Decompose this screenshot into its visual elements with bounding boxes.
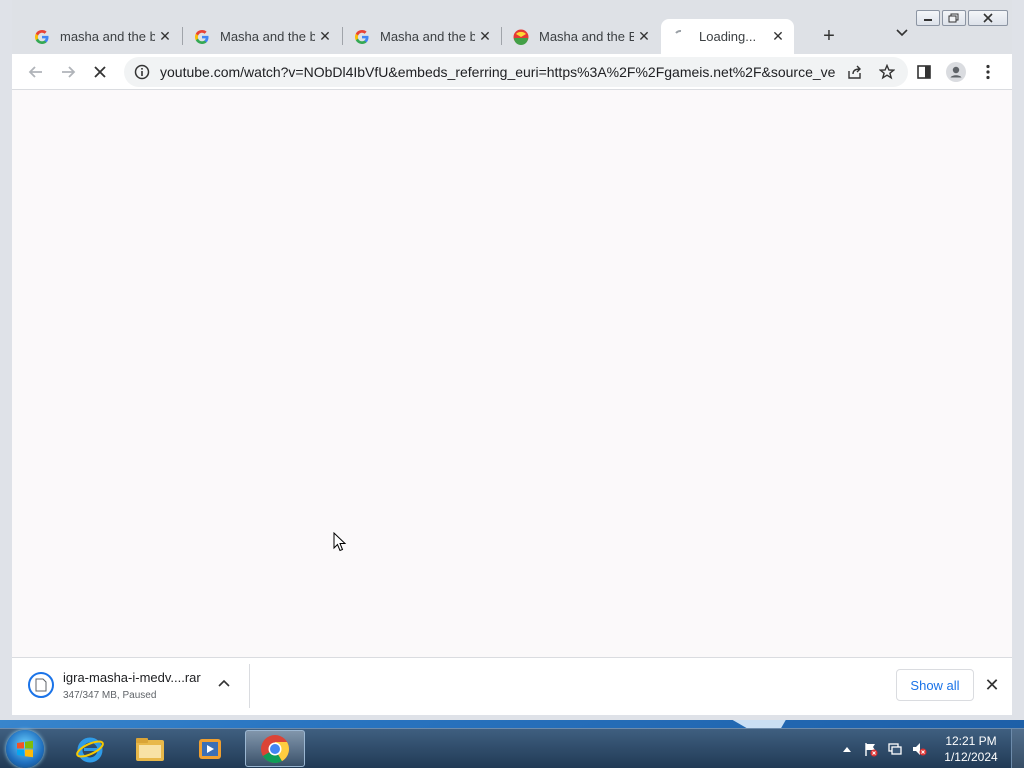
download-item[interactable]: igra-masha-i-medv....rar 347/347 MB, Pau… <box>12 658 250 715</box>
network-icon[interactable] <box>886 740 904 758</box>
download-shelf: igra-masha-i-medv....rar 347/347 MB, Pau… <box>12 657 1012 715</box>
close-tab-icon[interactable]: ✕ <box>155 28 175 45</box>
taskbar-media-player[interactable] <box>182 730 238 767</box>
chrome-icon <box>261 734 289 763</box>
download-status: 347/347 MB, Paused <box>63 690 157 701</box>
close-tab-icon[interactable]: ✕ <box>475 28 495 45</box>
windows-logo-icon <box>17 740 33 758</box>
close-tab-icon[interactable]: ✕ <box>768 28 788 45</box>
volume-muted-icon[interactable] <box>910 740 928 758</box>
minimize-button[interactable] <box>916 10 940 26</box>
show-all-button[interactable]: Show all <box>896 669 974 701</box>
loading-spinner-icon <box>673 29 689 45</box>
tab-2[interactable]: Masha and the be ✕ <box>342 19 501 54</box>
url-text: youtube.com/watch?v=NObDl4IbVfU&embeds_r… <box>160 64 836 80</box>
folder-icon <box>136 737 164 761</box>
back-arrow-icon[interactable] <box>24 60 48 84</box>
close-download-shelf-icon[interactable]: ✕ <box>982 675 1002 696</box>
bookmark-star-icon[interactable] <box>878 63 896 81</box>
stop-loading-icon[interactable] <box>88 60 112 84</box>
taskbar-google-chrome[interactable] <box>245 730 305 767</box>
close-tab-icon[interactable]: ✕ <box>315 28 335 45</box>
address-bar[interactable]: youtube.com/watch?v=NObDl4IbVfU&embeds_r… <box>124 57 908 87</box>
page-content-area[interactable] <box>12 90 1012 657</box>
file-icon <box>28 672 54 698</box>
window-caption-buttons <box>916 10 1010 26</box>
close-window-button[interactable] <box>968 10 1008 26</box>
media-player-icon <box>199 738 221 759</box>
tab-title: masha and the be <box>60 29 155 44</box>
download-separator <box>249 664 250 708</box>
clock[interactable]: 12:21 PM 1/12/2024 <box>937 733 1005 765</box>
browser-toolbar: youtube.com/watch?v=NObDl4IbVfU&embeds_r… <box>12 54 1012 90</box>
download-filename: igra-masha-i-medv....rar <box>63 670 201 685</box>
browser-window: masha and the be ✕ Masha and the be ✕ Ma… <box>0 0 1024 720</box>
menu-kebab-icon[interactable] <box>978 62 998 82</box>
clock-time: 12:21 PM <box>945 733 997 748</box>
tab-4-active[interactable]: Loading... ✕ <box>661 19 794 54</box>
google-g-icon <box>354 29 370 45</box>
taskbar-windows-explorer[interactable] <box>122 730 178 767</box>
taskbar-internet-explorer[interactable] <box>62 730 118 767</box>
start-button[interactable] <box>6 730 44 768</box>
tab-search-chevron-icon[interactable] <box>896 26 908 40</box>
forward-arrow-icon[interactable] <box>56 60 80 84</box>
window-frame-bottom <box>0 715 1024 720</box>
tab-title: Masha and the Be <box>539 29 634 44</box>
show-hidden-icons-arrow-icon[interactable] <box>838 740 856 758</box>
internet-explorer-icon <box>76 737 104 762</box>
tab-3[interactable]: Masha and the Be ✕ <box>501 19 660 54</box>
mouse-cursor-icon <box>333 532 347 552</box>
tab-1[interactable]: Masha and the be ✕ <box>182 19 341 54</box>
window-frame-right <box>1012 0 1024 720</box>
profile-avatar-icon[interactable] <box>946 62 966 82</box>
multicolor-ball-icon <box>513 29 529 45</box>
share-icon[interactable] <box>846 63 864 81</box>
new-tab-plus-icon[interactable]: + <box>818 25 840 48</box>
restore-button[interactable] <box>942 10 966 26</box>
system-tray: 12:21 PM 1/12/2024 <box>835 729 1024 768</box>
chevron-up-icon[interactable] <box>218 676 230 690</box>
google-g-icon <box>194 29 210 45</box>
side-panel-icon[interactable] <box>914 62 934 82</box>
close-tab-icon[interactable]: ✕ <box>634 28 654 45</box>
clock-date: 1/12/2024 <box>944 749 998 764</box>
tab-strip: masha and the be ✕ Masha and the be ✕ Ma… <box>12 0 1012 54</box>
site-info-icon[interactable] <box>134 64 150 80</box>
action-center-flag-icon[interactable] <box>862 740 880 758</box>
tab-title: Masha and the be <box>220 29 315 44</box>
tab-0[interactable]: masha and the be ✕ <box>22 19 181 54</box>
tab-title: Masha and the be <box>380 29 475 44</box>
show-desktop-button[interactable] <box>1011 729 1024 768</box>
tab-title: Loading... <box>699 29 757 44</box>
google-g-icon <box>34 29 50 45</box>
taskbar: 12:21 PM 1/12/2024 <box>0 728 1024 768</box>
window-frame-left <box>0 0 12 720</box>
